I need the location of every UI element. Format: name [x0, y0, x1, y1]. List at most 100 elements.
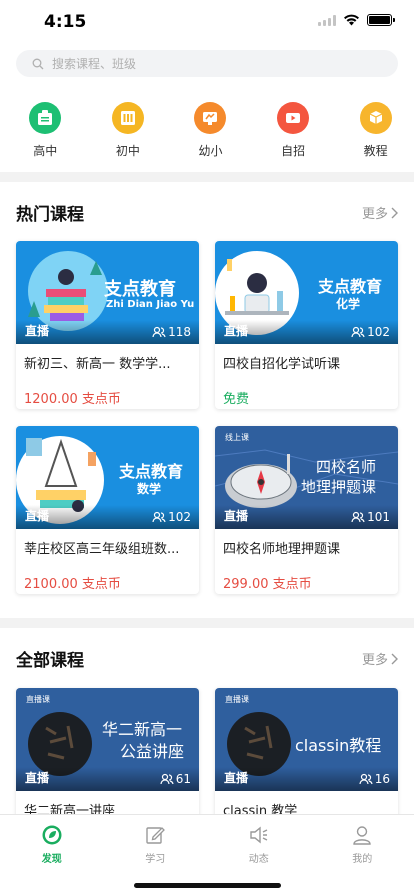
live-tag: 直播 — [224, 324, 249, 338]
hot-courses-section: 热门课程 更多 支点教育 Zhi Dian Jiao Yu 直播 118 新初三… — [0, 182, 414, 618]
profile-icon — [353, 826, 371, 845]
cover-text: classin教程 — [295, 736, 382, 755]
middle-school-icon — [111, 102, 144, 134]
cover-text: 支点教育 — [104, 279, 176, 300]
count-value: 16 — [374, 772, 390, 786]
course-cover: 支点教育 数学 直播 102 — [16, 426, 199, 529]
course-card[interactable]: 线上课 四校名师 地理押题课 直播 101 四校名师地理押题课 299.00 支… — [215, 426, 398, 594]
people-icon — [152, 511, 166, 523]
enroll-count: 102 — [351, 325, 390, 339]
cover-subtext: 公益讲座 — [120, 742, 185, 761]
people-icon — [359, 773, 373, 785]
count-value: 102 — [168, 510, 191, 524]
enroll-count: 61 — [160, 772, 191, 786]
high-school-icon — [29, 102, 62, 134]
enroll-count: 101 — [351, 510, 390, 524]
tab-label: 动态 — [248, 854, 269, 865]
count-value: 61 — [175, 772, 191, 786]
status-time: 4:15 — [44, 12, 87, 32]
cover-subtext: 地理押题课 — [301, 478, 377, 496]
cover-subtext: Zhi Dian Jiao Yu — [106, 299, 195, 310]
cover-text: 四校名师 — [316, 458, 377, 476]
count-value: 101 — [367, 510, 390, 524]
category-tutorial[interactable]: 教程 — [337, 102, 414, 159]
cover-badge: 直播课 — [26, 695, 50, 704]
preschool-icon — [194, 102, 227, 134]
tab-study[interactable]: 学习 — [104, 815, 208, 865]
count-value: 102 — [367, 325, 390, 339]
enroll-count: 16 — [359, 772, 390, 786]
category-label: 高中 — [33, 144, 58, 158]
live-tag: 直播 — [25, 509, 50, 523]
cover-text: 支点教育 — [119, 462, 184, 481]
search-placeholder: 搜索课程、班级 — [52, 57, 137, 71]
hot-courses-header: 热门课程 更多 — [16, 200, 398, 225]
tab-discover[interactable]: 发现 — [0, 815, 104, 865]
cube-icon — [359, 102, 392, 134]
hot-more-link[interactable]: 更多 — [362, 203, 398, 222]
category-preschool[interactable]: 幼小 — [172, 102, 249, 159]
all-more-link[interactable]: 更多 — [362, 649, 398, 668]
cover-badge: 直播课 — [225, 695, 249, 704]
cover-badge: 线上课 — [225, 433, 249, 442]
tab-label: 我的 — [352, 854, 373, 865]
tab-label: 学习 — [145, 854, 166, 865]
course-title: 新初三、新高一 数学学... — [24, 357, 171, 372]
live-tag: 直播 — [25, 771, 50, 785]
cover-text: 支点教育 — [318, 277, 383, 296]
more-label: 更多 — [361, 653, 388, 668]
wifi-icon — [343, 14, 360, 26]
cover-text: 华二新高一 — [102, 720, 183, 739]
cover-subtext: 数学 — [137, 482, 162, 496]
speaker-icon — [250, 826, 268, 844]
people-icon — [160, 773, 174, 785]
course-cover: 线上课 四校名师 地理押题课 直播 101 — [215, 426, 398, 529]
video-play-icon — [277, 102, 310, 134]
discover-icon — [42, 825, 62, 845]
course-cover: 直播课 classin教程 直播 16 — [215, 688, 398, 791]
tab-feed[interactable]: 动态 — [207, 815, 311, 865]
category-label: 幼小 — [198, 144, 223, 158]
category-label: 初中 — [115, 144, 140, 158]
category-label: 教程 — [363, 144, 388, 158]
section-title: 全部课程 — [16, 651, 84, 671]
category-self-admission[interactable]: 自招 — [255, 102, 332, 159]
course-title: 莘庄校区高三年级组班数... — [24, 542, 180, 557]
tab-profile[interactable]: 我的 — [311, 815, 414, 865]
course-title: 四校名师地理押题课 — [223, 542, 341, 557]
section-title: 热门课程 — [16, 205, 84, 225]
search-input[interactable]: 搜索课程、班级 — [16, 50, 398, 77]
count-value: 118 — [168, 325, 191, 339]
course-cover: 支点教育 Zhi Dian Jiao Yu 直播 118 — [16, 241, 199, 344]
course-price: 299.00 支点币 — [223, 577, 312, 592]
chevron-right-icon — [391, 207, 398, 218]
tab-label: 发现 — [41, 854, 62, 865]
search-icon — [32, 58, 44, 69]
study-edit-icon — [146, 827, 166, 844]
signal-icon — [318, 14, 336, 26]
course-price: 2100.00 支点币 — [24, 577, 121, 592]
people-icon — [152, 326, 166, 338]
course-card[interactable]: 支点教育 数学 直播 102 莘庄校区高三年级组班数... 2100.00 支点… — [16, 426, 199, 594]
category-high-school[interactable]: 高中 — [7, 102, 84, 159]
course-cover: 直播课 华二新高一 公益讲座 直播 61 — [16, 688, 199, 791]
course-price: 1200.00 支点币 — [24, 392, 121, 407]
course-title: 四校自招化学试听课 — [223, 357, 341, 372]
home-indicator[interactable] — [134, 883, 281, 888]
category-middle-school[interactable]: 初中 — [90, 102, 167, 159]
category-label: 自招 — [281, 144, 306, 158]
course-card[interactable]: 支点教育 化学 直播 102 四校自招化学试听课 免费 — [215, 241, 398, 409]
battery-icon — [367, 14, 395, 26]
course-cover: 支点教育 化学 直播 102 — [215, 241, 398, 344]
all-courses-header: 全部课程 更多 — [16, 646, 398, 671]
course-price: 免费 — [223, 392, 250, 407]
course-card[interactable]: 支点教育 Zhi Dian Jiao Yu 直播 118 新初三、新高一 数学学… — [16, 241, 199, 409]
header-area: 搜索课程、班级 高中 初中 幼小 自招 教程 — [0, 44, 414, 172]
people-icon — [351, 511, 365, 523]
status-icons — [318, 14, 395, 26]
more-label: 更多 — [361, 207, 388, 222]
category-row: 高中 初中 幼小 自招 教程 — [0, 102, 414, 159]
people-icon — [351, 326, 365, 338]
live-tag: 直播 — [224, 771, 249, 785]
enroll-count: 102 — [152, 510, 191, 524]
